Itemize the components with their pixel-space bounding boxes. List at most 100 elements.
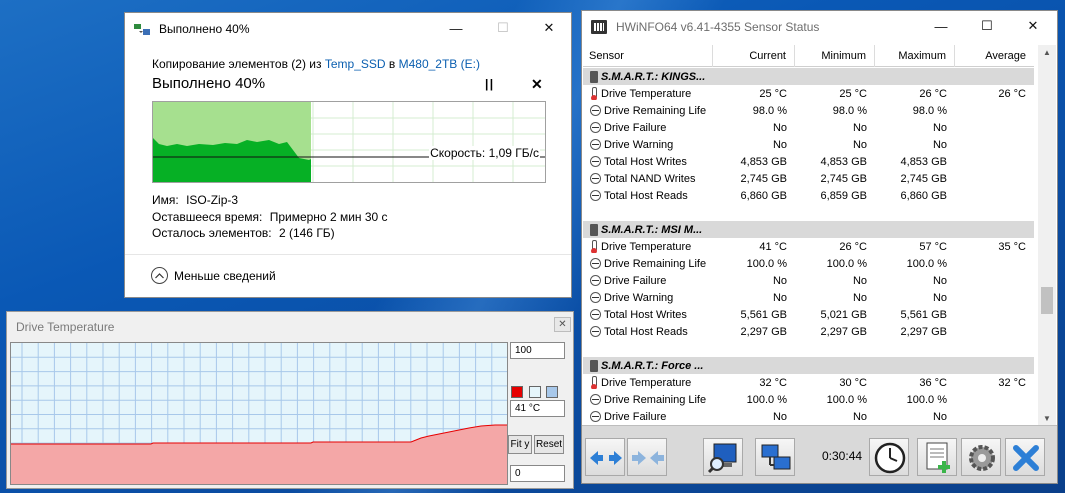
vertical-scrollbar[interactable]: ▲ ▼ <box>1038 45 1056 425</box>
sensor-name-cell: Drive Temperature <box>583 87 713 100</box>
sensor-name-cell: Total Host Reads <box>583 326 713 338</box>
value-max: 26 °C <box>919 87 947 100</box>
gauge-icon <box>590 258 601 269</box>
value-current: No <box>772 291 787 304</box>
close-x-icon[interactable] <box>1005 438 1045 476</box>
sensor-table-body: S.M.A.R.T.: KINGS... Drive Temperature 25 … <box>583 68 1034 424</box>
value-min: No <box>852 274 867 287</box>
column-minimum[interactable]: Minimum <box>795 45 875 67</box>
scroll-thumb[interactable] <box>1041 287 1053 314</box>
value-max: 4,853 GB <box>900 155 947 168</box>
sensor-row[interactable]: Drive Remaining Life 98.0 % 98.0 % 98.0 % <box>583 102 1034 119</box>
value-avg: 35 °C <box>998 240 1026 253</box>
sensor-name-cell: S.M.A.R.T.: Force ... <box>583 359 713 372</box>
sensor-name-cell: S.M.A.R.T.: MSI M... <box>583 223 713 236</box>
settings-gear-icon[interactable] <box>961 438 1001 476</box>
thermometer-icon <box>590 87 598 100</box>
thermometer-icon <box>590 376 598 389</box>
value-min: No <box>852 410 867 423</box>
temperature-plot <box>10 342 508 485</box>
sensor-row[interactable]: Drive Temperature 41 °C 26 °C 57 °C 35 °C <box>583 238 1034 255</box>
monitor-search-icon[interactable] <box>703 438 743 476</box>
sensor-name-cell: Drive Remaining Life <box>583 105 713 117</box>
reset-button[interactable]: Reset <box>534 435 564 454</box>
sensor-group-row[interactable]: S.M.A.R.T.: Force ... <box>583 357 1034 374</box>
value-current: 100.0 % <box>746 393 787 406</box>
gauge-icon <box>590 309 601 320</box>
value-min: 30 °C <box>839 376 867 389</box>
sensor-row[interactable]: Total Host Writes 4,853 GB 4,853 GB 4,853 G… <box>583 153 1034 170</box>
sensor-name-cell: Drive Warning <box>583 292 713 304</box>
pause-button[interactable]: | | <box>485 77 493 91</box>
gauge-icon <box>590 326 601 337</box>
sensor-name-cell: Drive Temperature <box>583 376 713 389</box>
line-color-swatch[interactable] <box>511 386 523 398</box>
sensor-row[interactable]: Drive Remaining Life 100.0 % 100.0 % 100.0 … <box>583 255 1034 272</box>
progress-heading: Выполнено 40% <box>152 75 266 92</box>
value-max: 98.0 % <box>912 104 947 117</box>
drive-temperature-graph-window: Drive Temperature ✕ 100 41 °C Fit y Rese… <box>6 311 574 489</box>
sensor-row[interactable]: Drive Warning No No No <box>583 289 1034 306</box>
time-remaining: Примерно 2 мин 30 с <box>269 210 388 224</box>
window-title: Выполнено 40% <box>159 22 250 36</box>
less-details-button[interactable]: Меньше сведений <box>151 267 276 284</box>
report-add-icon[interactable] <box>917 438 957 476</box>
sensor-row[interactable]: Total Host Reads 6,860 GB 6,859 GB 6,860 GB <box>583 187 1034 204</box>
destination-link[interactable]: M480_2TB (E:) <box>399 57 480 71</box>
sensor-row[interactable]: Total Host Reads 2,297 GB 2,297 GB 2,297 GB <box>583 323 1034 340</box>
sensor-row[interactable]: Drive Failure No No No <box>583 119 1034 136</box>
minimize-button[interactable]: — <box>433 13 479 43</box>
sensor-row[interactable]: Total NAND Writes 2,745 GB 2,745 GB 2,745 G… <box>583 170 1034 187</box>
sensor-group-row[interactable]: S.M.A.R.T.: KINGS... <box>583 68 1034 85</box>
column-maximum[interactable]: Maximum <box>875 45 955 67</box>
group-row-fill <box>713 357 1034 374</box>
sensor-row[interactable]: Drive Failure No No No <box>583 408 1034 424</box>
scroll-down-arrow[interactable]: ▼ <box>1038 411 1056 425</box>
sensor-name-cell: Drive Failure <box>583 275 713 287</box>
sensor-group-row[interactable]: S.M.A.R.T.: MSI M... <box>583 221 1034 238</box>
graph-close-button[interactable]: ✕ <box>554 317 571 332</box>
chevron-up-icon <box>151 267 168 284</box>
sensor-label: Total Host Reads <box>604 325 688 338</box>
copy-icon <box>134 24 150 35</box>
close-button[interactable]: ✕ <box>1010 11 1056 41</box>
sensor-row[interactable]: Drive Failure No No No <box>583 272 1034 289</box>
minimize-button[interactable]: — <box>918 11 964 41</box>
fit-y-button[interactable]: Fit y <box>508 435 532 454</box>
sensor-row[interactable]: Drive Temperature 25 °C 25 °C 26 °C 26 °C <box>583 85 1034 102</box>
cancel-copy-button[interactable]: ✕ <box>531 76 543 93</box>
source-link[interactable]: Temp_SSD <box>325 57 386 71</box>
scroll-up-arrow[interactable]: ▲ <box>1038 45 1056 59</box>
sensor-row[interactable]: Drive Temperature 32 °C 30 °C 36 °C 32 °C <box>583 374 1034 391</box>
value-max: 2,297 GB <box>900 325 947 338</box>
sensor-label: S.M.A.R.T.: Force ... <box>601 359 704 372</box>
background-color-swatch[interactable] <box>529 386 541 398</box>
value-current: 2,745 GB <box>740 172 787 185</box>
value-min: 2,297 GB <box>820 325 867 338</box>
sensor-label: Drive Failure <box>604 274 667 287</box>
column-current[interactable]: Current <box>713 45 795 67</box>
maximize-button[interactable]: ☐ <box>964 11 1010 41</box>
clock-icon[interactable] <box>869 438 909 476</box>
value-min: 4,853 GB <box>820 155 867 168</box>
grid-color-swatch[interactable] <box>546 386 558 398</box>
expand-arrows-icon[interactable] <box>585 438 625 476</box>
items-remaining-row: Осталось элементов: 2 (146 ГБ) <box>152 226 335 240</box>
sensor-row[interactable]: Drive Warning No No No <box>583 136 1034 153</box>
network-icon[interactable] <box>755 438 795 476</box>
collapse-arrows-icon[interactable] <box>627 438 667 476</box>
sensor-name-cell: Drive Remaining Life <box>583 394 713 406</box>
value-max: No <box>932 121 947 134</box>
column-sensor[interactable]: Sensor <box>583 45 713 67</box>
column-average[interactable]: Average <box>955 45 1034 67</box>
divider <box>125 254 571 255</box>
value-current: 41 °C <box>759 240 787 253</box>
close-button[interactable]: ✕ <box>526 13 572 43</box>
value-current: 100.0 % <box>746 257 787 270</box>
value-max: 100.0 % <box>906 393 947 406</box>
sensor-row[interactable]: Drive Remaining Life 100.0 % 100.0 % 100.0 … <box>583 391 1034 408</box>
sensor-row[interactable]: Total Host Writes 5,561 GB 5,021 GB 5,561 G… <box>583 306 1034 323</box>
sensor-label: S.M.A.R.T.: KINGS... <box>601 70 706 83</box>
name-row: Имя: ISO-Zip-3 <box>152 193 239 207</box>
sensor-name-cell: Total NAND Writes <box>583 173 713 185</box>
